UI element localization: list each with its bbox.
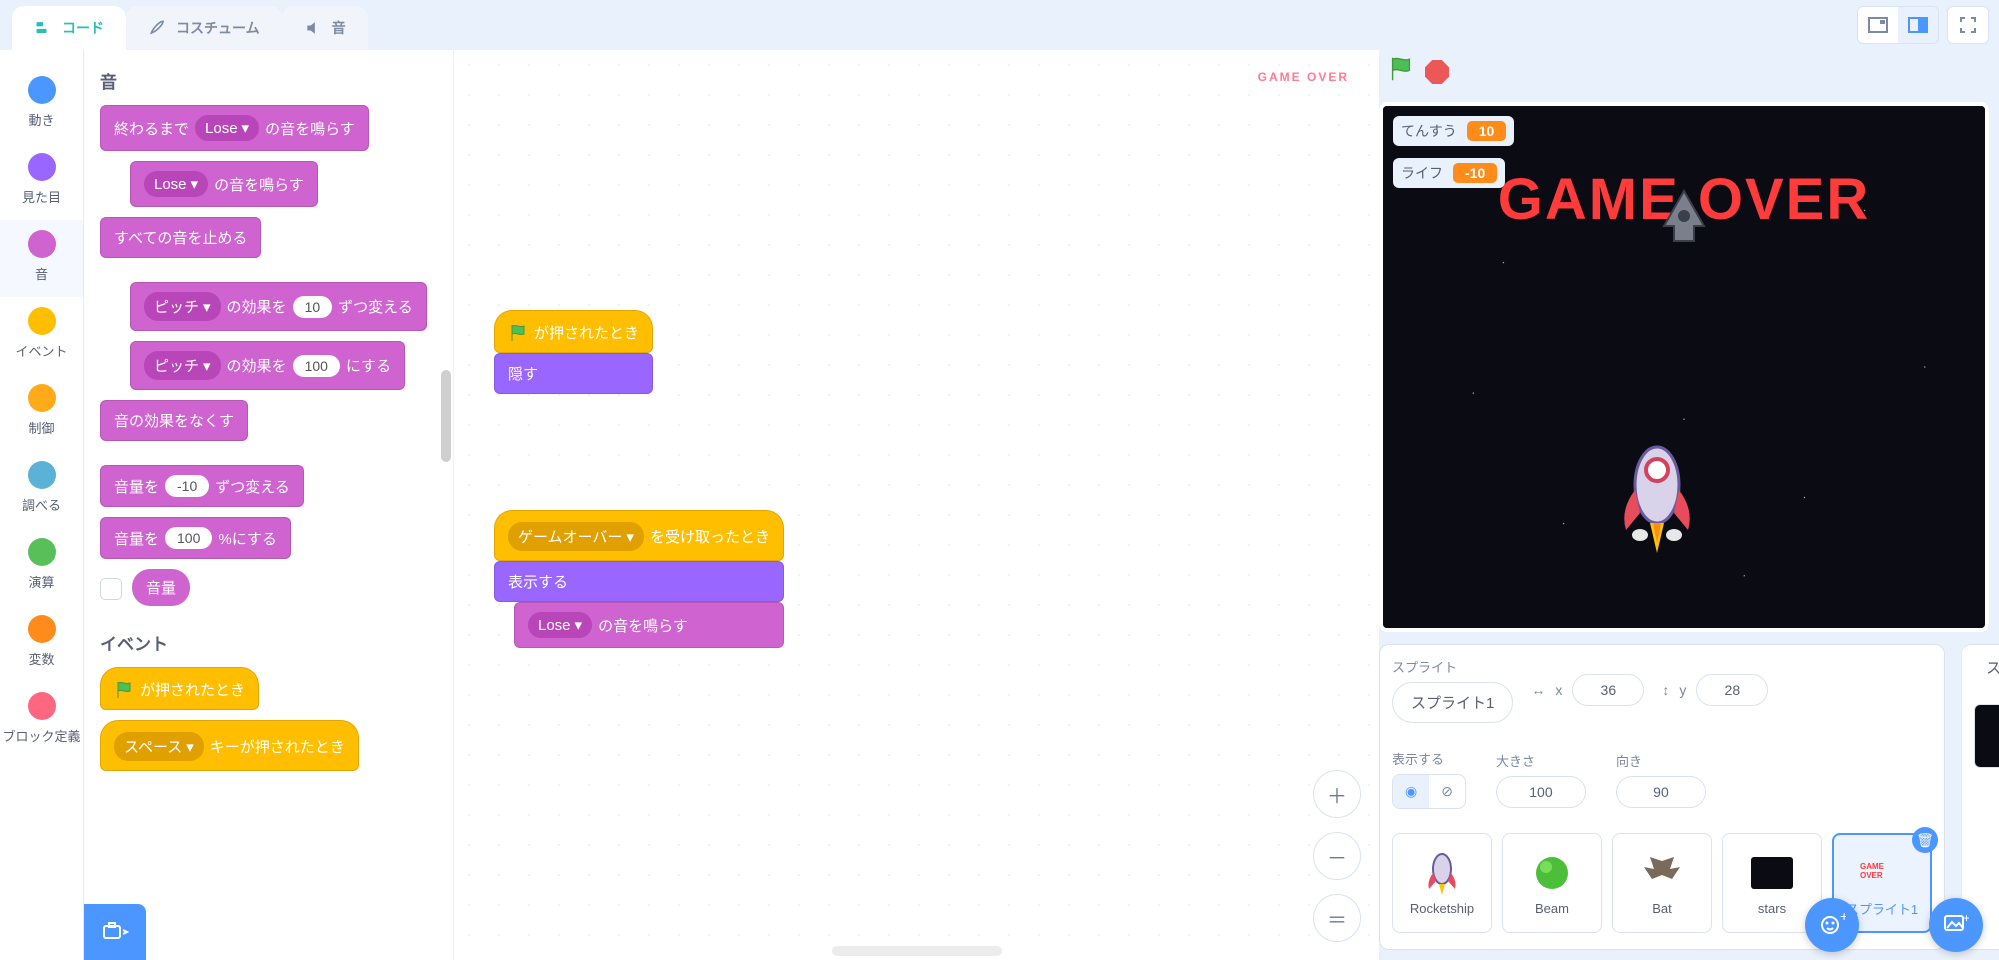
ws-block-receive[interactable]: ゲームオーバー ▾ を受け取ったとき [494,510,784,561]
y-icon: ↕ [1662,682,1669,698]
block-set-volume[interactable]: 音量を 100 %にする [100,517,291,559]
gameover-thumb-icon: GAME OVER [1860,849,1904,893]
bat-icon [1640,851,1684,895]
ws-block-play-sound[interactable]: Lose ▾ の音を鳴らす [514,602,784,648]
ws-block-hide[interactable]: 隠す [494,353,653,394]
zoom-out-button[interactable]: － [1313,832,1361,880]
flag-icon [508,323,528,343]
sprite-x-input[interactable]: 36 [1572,674,1644,706]
monitor-score[interactable]: てんすう 10 [1393,116,1514,146]
ws-block-flag-clicked[interactable]: が押されたとき [494,310,653,353]
block-key-pressed[interactable]: スペース ▾ キーが押されたとき [100,720,359,771]
sprite-name-input[interactable]: スプライト1 [1392,682,1513,723]
workspace-sprite-label: GAME OVER [1258,70,1349,84]
add-backdrop-button[interactable]: + [1929,898,1983,952]
block-play-until-done[interactable]: 終わるまで Lose ▾ の音を鳴らす [100,105,369,151]
xy-icon: ↔ [1531,682,1545,698]
block-change-effect[interactable]: ピッチ ▾ の効果を 10 ずつ変える [130,282,427,331]
editor-tabs: コード コスチューム 音 [0,0,1999,50]
stage[interactable]: てんすう 10 ライフ -10 GAME OVER [1379,102,1989,632]
palette-heading-sound: 音 [100,68,443,93]
show-label: 表示する [1392,749,1466,768]
tab-sounds-label: 音 [332,18,346,38]
script-stack-2[interactable]: ゲームオーバー ▾ を受け取ったとき 表示する Lose ▾ の音を鳴らす [494,510,784,648]
green-flag-button[interactable] [1387,55,1415,90]
block-palette[interactable]: 音 終わるまで Lose ▾ の音を鳴らす Lose ▾ の音を鳴らす すべての… [84,50,454,960]
sound-icon [304,18,324,38]
flag-icon [114,680,134,700]
stage-title: ステージ [1986,657,1999,678]
workspace-h-scrollbar[interactable] [832,946,1002,956]
cat-looks[interactable]: 見た目 [0,143,83,220]
stars-icon [1750,851,1794,895]
stage-size-controls [1857,6,1989,44]
tab-sounds[interactable]: 音 [282,6,368,50]
block-volume-reporter[interactable]: 音量 [132,569,190,606]
fullscreen-button[interactable] [1948,7,1988,43]
sprite-item-rocketship[interactable]: Rocketship [1392,833,1492,933]
tab-code[interactable]: コード [12,6,126,50]
palette-heading-events: イベント [100,630,443,655]
beam-icon [1530,851,1574,895]
zoom-in-button[interactable]: ＋ [1313,770,1361,818]
zoom-reset-button[interactable]: ＝ [1313,894,1361,942]
code-icon [34,18,54,38]
stage-rocket-sprite [1612,435,1702,568]
stage-ship-sprite [1649,186,1719,249]
sprite-direction-input[interactable]: 90 [1616,776,1706,808]
script-stack-1[interactable]: が押されたとき 隠す [494,310,653,394]
block-stop-all-sounds[interactable]: すべての音を止める [100,217,261,258]
svg-text:+: + [1840,911,1846,924]
scripts-workspace[interactable]: GAME OVER が押されたとき 隠す ゲームオーバー ▾ を受け取ったとき … [454,50,1379,960]
tab-costumes[interactable]: コスチューム [126,6,282,50]
rocket-icon [1420,851,1464,895]
sprite-size-input[interactable]: 100 [1496,776,1586,808]
cat-operators[interactable]: 演算 [0,528,83,605]
svg-text:+: + [1963,914,1969,925]
block-change-volume[interactable]: 音量を -10 ずつ変える [100,465,304,507]
brush-icon [148,18,168,38]
block-clear-effects[interactable]: 音の効果をなくす [100,400,248,441]
sprite-y-input[interactable]: 28 [1696,674,1768,706]
cat-variables[interactable]: 変数 [0,605,83,682]
stage-large-button[interactable] [1898,7,1938,43]
stage-small-button[interactable] [1858,7,1898,43]
stage-thumbnail[interactable] [1974,704,1999,768]
cat-motion[interactable]: 動き [0,66,83,143]
delete-sprite-button[interactable]: 🗑 [1912,827,1938,853]
workspace-zoom-controls: ＋ － ＝ [1313,770,1361,942]
visibility-show-button[interactable]: ◉ [1393,775,1429,808]
palette-scrollbar[interactable] [441,370,451,462]
tab-costumes-label: コスチューム [176,18,260,38]
tab-code-label: コード [62,18,104,38]
cat-events[interactable]: イベント [0,297,83,374]
block-play-sound[interactable]: Lose ▾ の音を鳴らす [130,161,318,207]
stop-button[interactable] [1425,60,1449,84]
sprite-name-label: スプライト [1392,657,1513,676]
cat-sensing[interactable]: 調べる [0,451,83,528]
size-label: 大きさ [1496,751,1586,770]
cat-control[interactable]: 制御 [0,374,83,451]
visibility-hide-button[interactable]: ⊘ [1429,775,1465,808]
sprite-item-bat[interactable]: Bat [1612,833,1712,933]
add-sprite-button[interactable]: + [1805,898,1859,952]
block-categories: 動き 見た目 音 イベント 制御 調べる 演算 変数 ブロック定義 [0,50,84,960]
block-flag-clicked[interactable]: が押されたとき [100,667,259,710]
cat-sound[interactable]: 音 [0,220,83,297]
volume-monitor-checkbox[interactable] [100,578,122,600]
block-set-effect[interactable]: ピッチ ▾ の効果を 100 にする [130,341,405,390]
direction-label: 向き [1616,751,1706,770]
backpack-toggle[interactable] [84,904,146,960]
ws-block-show[interactable]: 表示する [494,561,784,602]
sprite-info-panel: スプライト スプライト1 ↔ x 36 ↕ y 28 [1379,644,1945,950]
cat-myblocks[interactable]: ブロック定義 [0,682,83,759]
sprite-item-beam[interactable]: Beam [1502,833,1602,933]
